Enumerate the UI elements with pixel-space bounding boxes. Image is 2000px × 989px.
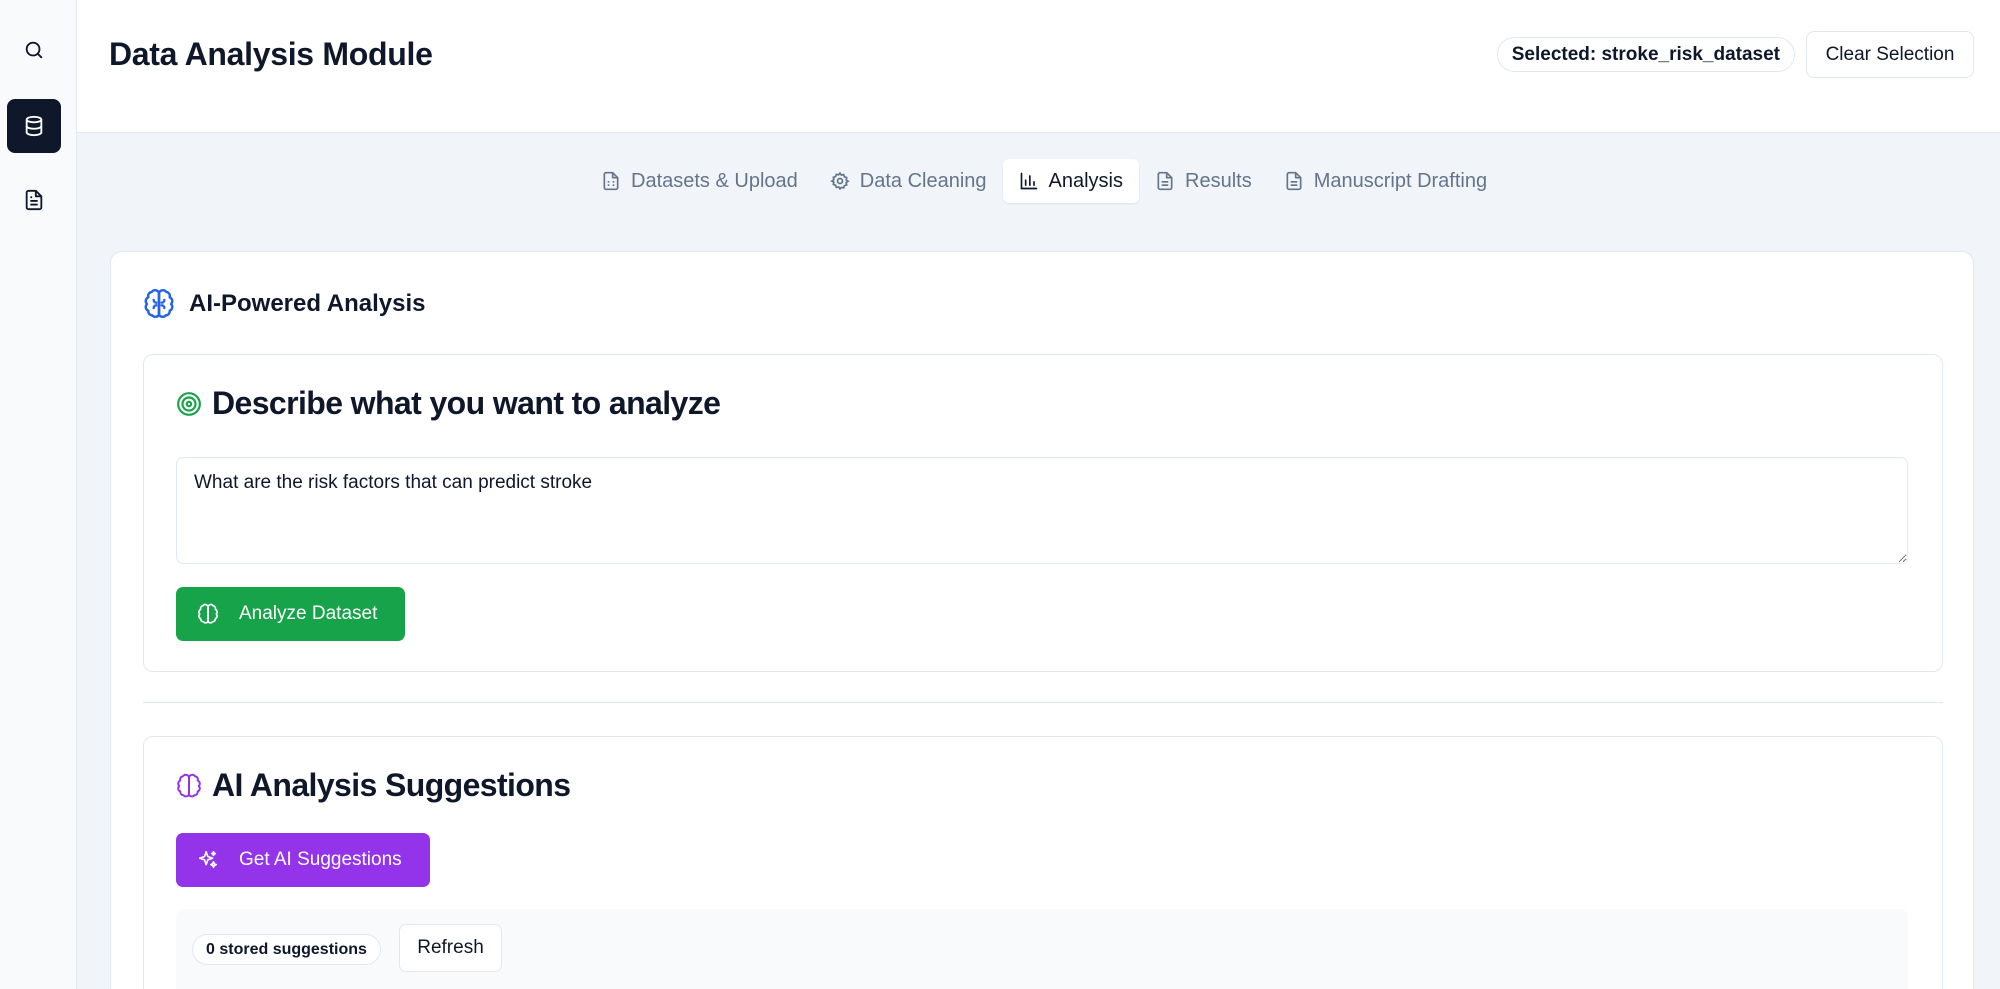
tab-label: Manuscript Drafting <box>1313 169 1488 192</box>
file-spreadsheet-icon <box>603 171 619 191</box>
card-title: AI-Powered Analysis <box>189 290 426 317</box>
card-header: AI-Powered Analysis <box>143 288 426 320</box>
brain-icon <box>198 603 218 624</box>
analyze-dataset-label: Analyze Dataset <box>239 603 378 624</box>
suggestions-heading: AI Analysis Suggestions <box>212 767 571 803</box>
module-tabs: Datasets & Upload Data Cleaning Analysis… <box>585 158 1503 204</box>
get-ai-suggestions-button[interactable]: Get AI Suggestions <box>176 833 430 887</box>
sparkles-icon <box>198 850 218 869</box>
tab-results[interactable]: Results <box>1139 159 1268 203</box>
page-title: Data Analysis Module <box>109 36 433 72</box>
analysis-query-input[interactable]: What are the risk factors that can predi… <box>176 457 1908 564</box>
analyze-dataset-button[interactable]: Analyze Dataset <box>176 587 405 641</box>
brain-icon <box>144 289 174 318</box>
file-text-icon <box>1286 171 1302 191</box>
tab-data-cleaning[interactable]: Data Cleaning <box>814 159 1003 203</box>
refresh-button[interactable]: Refresh <box>399 924 502 972</box>
suggestions-header: AI Analysis Suggestions <box>176 767 571 804</box>
describe-analysis-section: Describe what you want to analyze What a… <box>143 354 1943 672</box>
header: Data Analysis Module Selected: stroke_ri… <box>77 0 2000 133</box>
stored-suggestions-count: 0 stored suggestions <box>192 934 381 965</box>
tab-manuscript-drafting[interactable]: Manuscript Drafting <box>1268 159 1503 203</box>
gear-icon <box>829 171 850 191</box>
tab-label: Results <box>1185 169 1252 192</box>
describe-heading: Describe what you want to analyze <box>212 385 721 421</box>
sidebar <box>0 0 77 989</box>
tab-analysis[interactable]: Analysis <box>1002 159 1139 203</box>
sidebar-documents-button[interactable] <box>7 173 61 227</box>
get-ai-suggestions-label: Get AI Suggestions <box>239 849 402 870</box>
selected-dataset-badge: Selected: stroke_risk_dataset <box>1496 37 1795 72</box>
ai-analysis-card: AI-Powered Analysis Describe what you wa… <box>110 251 1974 989</box>
tab-label: Data Cleaning <box>859 169 987 192</box>
target-icon <box>177 391 201 416</box>
sidebar-search-button[interactable] <box>7 23 61 77</box>
section-divider <box>143 702 1943 703</box>
database-icon <box>25 115 43 137</box>
tab-label: Analysis <box>1048 169 1123 192</box>
search-icon <box>25 41 43 59</box>
ai-suggestions-section: AI Analysis Suggestions Get AI Suggestio… <box>143 736 1943 989</box>
stored-suggestions-bar: 0 stored suggestions Refresh <box>176 909 1908 989</box>
file-text-icon <box>1157 171 1173 191</box>
tab-label: Datasets & Upload <box>631 169 798 192</box>
tab-datasets-upload[interactable]: Datasets & Upload <box>585 159 814 203</box>
file-text-icon <box>25 189 43 211</box>
describe-header: Describe what you want to analyze <box>176 385 721 422</box>
sidebar-database-button[interactable] <box>7 99 61 153</box>
bar-chart-icon <box>1020 172 1037 190</box>
clear-selection-button[interactable]: Clear Selection <box>1806 31 1974 78</box>
brain-icon <box>177 773 201 797</box>
